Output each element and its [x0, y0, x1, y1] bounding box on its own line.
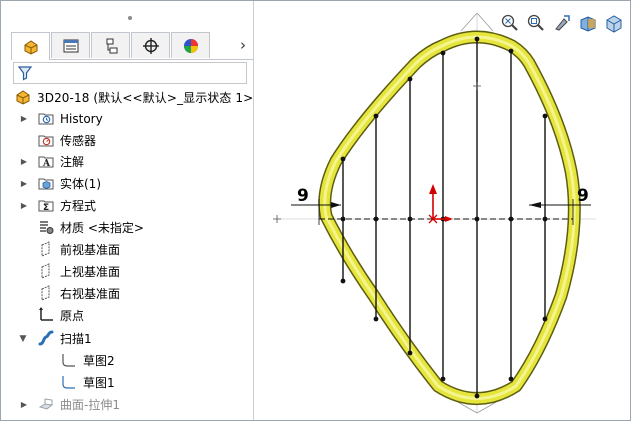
tree-item-sketch1[interactable]: 草图1 — [1, 372, 253, 393]
display-manager-tab[interactable] — [171, 32, 210, 58]
tree-item-material[interactable]: 材质 <未指定> — [1, 217, 253, 238]
solidworks-window: › 3D20-18 (默认<<默认>_显示状态 1>) ▶ History 传感… — [0, 0, 631, 421]
tree-item-annotations[interactable]: ▶ A 注解 — [1, 151, 253, 172]
model-graphics: 9 9 — [273, 12, 596, 414]
equations-folder-icon: Σ — [38, 200, 54, 213]
plane-icon — [41, 241, 50, 257]
sensor-folder-icon — [38, 135, 54, 147]
origin-triad — [428, 184, 453, 224]
plane-icon — [41, 263, 50, 279]
solid-bodies-folder-icon — [38, 178, 54, 190]
feature-manager-icon — [24, 39, 37, 55]
surface-extrude-icon — [38, 398, 54, 410]
part-icon — [16, 90, 30, 105]
tree-item-equations[interactable]: ▶ Σ 方程式 — [1, 195, 253, 216]
origin-icon — [39, 307, 53, 321]
display-manager-icon — [183, 38, 198, 53]
property-manager-tab[interactable] — [51, 32, 90, 58]
dimxpert-manager-tab[interactable] — [131, 32, 170, 58]
collapse-chevron-icon[interactable]: ▼ — [18, 334, 28, 344]
plane-icon — [41, 285, 50, 301]
tree-item-top-plane[interactable]: 上视基准面 — [1, 261, 253, 282]
tree-item-solid-bodies[interactable]: ▶ 实体(1) — [1, 173, 253, 194]
tree-item-surface-extrude[interactable]: ▶ 曲面-拉伸1 — [1, 394, 253, 415]
sketch-icon — [62, 354, 75, 367]
expand-chevron-icon[interactable]: ▶ — [19, 157, 29, 167]
tree-item-sketch2[interactable]: 草图2 — [1, 350, 253, 371]
tree-filter-input[interactable] — [13, 62, 247, 84]
graphics-viewport[interactable]: 9 9 — [254, 1, 630, 420]
expand-chevron-icon[interactable]: ▶ — [19, 179, 29, 189]
tree-item-front-plane[interactable]: 前视基准面 — [1, 239, 253, 260]
annotations-folder-icon: A — [38, 156, 54, 169]
dimension-left-value[interactable]: 9 — [297, 186, 309, 206]
tree-item-right-plane[interactable]: 右视基准面 — [1, 283, 253, 304]
expand-chevron-icon[interactable]: ▶ — [19, 400, 29, 410]
filter-icon — [17, 66, 33, 81]
svg-text:Σ: Σ — [43, 203, 49, 213]
sweep-feature-icon — [38, 330, 54, 346]
panel-grip[interactable] — [128, 16, 132, 20]
feature-manager-panel: › 3D20-18 (默认<<默认>_显示状态 1>) ▶ History 传感… — [1, 1, 254, 420]
configuration-manager-icon — [106, 38, 117, 53]
dimxpert-icon — [142, 37, 159, 54]
tree-root-label: 3D20-18 (默认<<默认>_显示状态 1>) — [37, 91, 254, 105]
feature-manager-tab[interactable] — [11, 32, 50, 60]
tree-item-history[interactable]: ▶ History — [1, 108, 253, 129]
dimension-right-value[interactable]: 9 — [577, 186, 589, 206]
manager-tab-bar: › — [11, 31, 253, 60]
tree-item-sweep[interactable]: ▼ 扫描1 — [1, 328, 253, 349]
property-manager-icon — [63, 39, 78, 52]
configuration-manager-tab[interactable] — [91, 32, 130, 58]
history-folder-icon — [38, 113, 54, 125]
expand-chevron-icon[interactable]: ▶ — [19, 201, 29, 211]
tree-root-part[interactable]: 3D20-18 (默认<<默认>_显示状态 1>) — [15, 87, 253, 108]
svg-text:A: A — [42, 159, 51, 169]
sketch-icon — [62, 376, 75, 389]
material-icon — [40, 221, 54, 234]
tree-item-origin[interactable]: 原点 — [1, 305, 253, 326]
more-tabs-button[interactable]: › — [233, 35, 253, 55]
tree-item-sensors[interactable]: 传感器 — [1, 130, 253, 151]
expand-chevron-icon[interactable]: ▶ — [19, 114, 29, 124]
